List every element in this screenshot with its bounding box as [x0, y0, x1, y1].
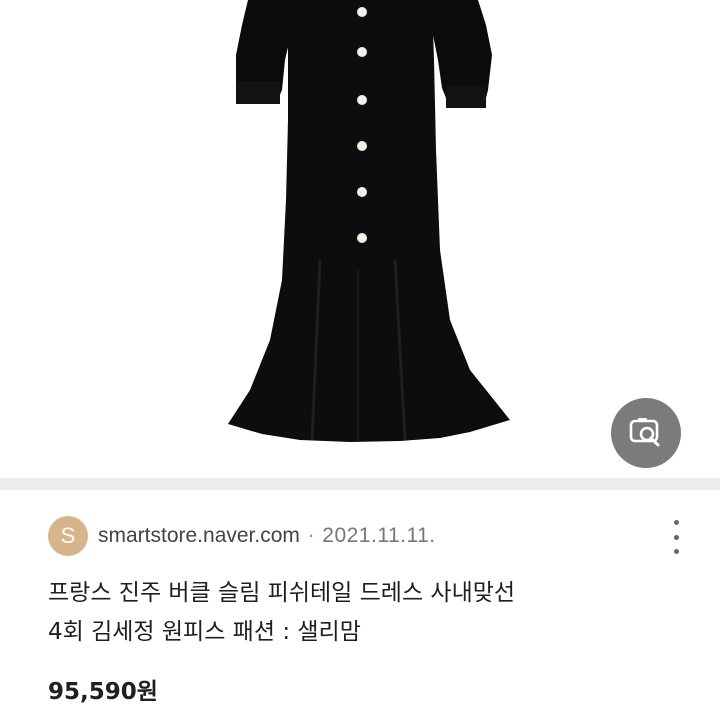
more-vertical-icon[interactable] — [664, 520, 688, 554]
title-line-1: 프랑스 진주 버클 슬림 피쉬테일 드레스 사내맞선 — [48, 580, 516, 606]
pearl-button — [357, 187, 367, 197]
pearl-button — [357, 95, 367, 105]
image-search-icon — [629, 418, 660, 447]
result-title[interactable]: 프랑스 진주 버클 슬림 피쉬테일 드레스 사내맞선 4회 김세정 원피스 패션… — [48, 574, 688, 652]
site-domain[interactable]: smartstore.naver.com — [98, 524, 300, 548]
black-dress-image[interactable] — [0, 0, 720, 478]
pearl-button — [357, 233, 367, 243]
result-date: 2021.11.11. — [322, 524, 436, 547]
title-line-2: 4회 김세정 원피스 패션 : 샐리맘 — [48, 619, 361, 645]
result-source-row[interactable]: S smartstore.naver.com · 2021.11.11. — [48, 516, 688, 556]
pearl-button — [357, 47, 367, 57]
pearl-button — [357, 141, 367, 151]
product-image-area[interactable] — [0, 0, 720, 478]
pearl-button — [357, 7, 367, 17]
image-search-lens-button[interactable] — [611, 398, 681, 468]
section-divider — [0, 478, 720, 490]
separator-dot: · — [307, 524, 315, 548]
site-favicon: S — [48, 516, 88, 556]
result-price: 95,590원 — [48, 679, 158, 705]
